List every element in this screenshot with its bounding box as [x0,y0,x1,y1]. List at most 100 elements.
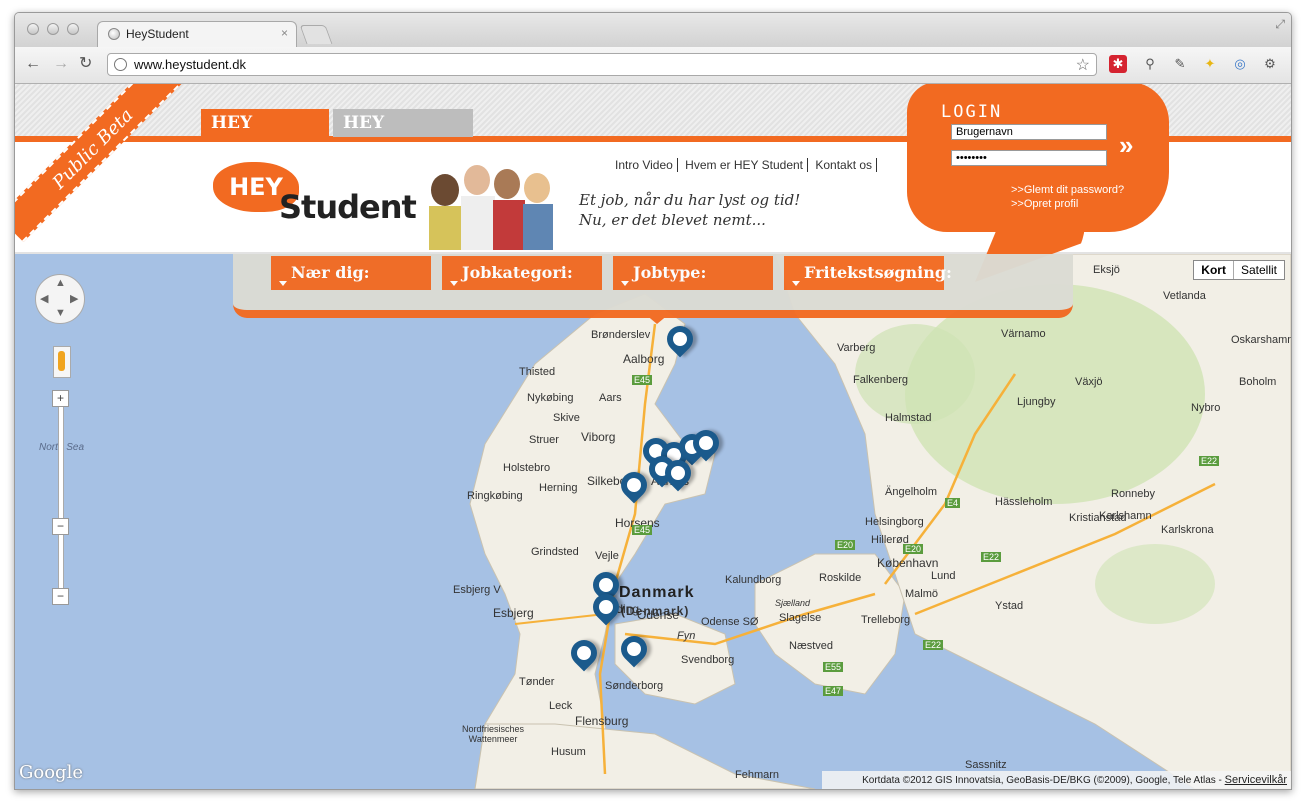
road-shield: E4 [945,498,961,508]
road-shield: E22 [981,552,1002,562]
road-shield: E47 [823,686,844,696]
place-label: Thisted [519,366,556,378]
pan-up-icon[interactable]: ▲ [55,277,66,289]
place-label: Aalborg [623,352,665,366]
filter-bar: Nær dig: Jobkategori: Jobtype: Friteksts… [233,254,1073,324]
forward-button[interactable]: → [53,55,69,73]
map-type-satellit[interactable]: Satellit [1234,261,1284,279]
extension-target-icon[interactable]: ◎ [1231,55,1249,73]
place-label: Fyn [677,630,696,642]
place-label: Næstved [789,640,834,652]
url-text[interactable]: www.heystudent.dk [134,57,246,72]
students-photo [429,165,553,250]
zoom-in-button[interactable]: + [52,390,69,407]
pan-down-icon[interactable]: ▼ [55,307,66,319]
web-page: Public Beta HEY Student HEY Company HEY … [15,84,1291,789]
place-label: Värnamo [1001,328,1046,340]
place-label: Grindsted [531,546,579,558]
password-field[interactable] [951,150,1107,166]
link-hvem-er-hey-student[interactable]: Hvem er HEY Student [681,158,809,172]
back-button[interactable]: ← [25,55,41,73]
globe-icon [108,28,120,40]
place-label: Fehmarn [735,769,780,781]
place-label: Nordfriesisches Wattenmeer [461,724,525,744]
top-links: Intro Video Hvem er HEY Student Kontakt … [611,158,878,172]
place-label: Eksjö [1093,264,1120,276]
google-logo[interactable]: Google [19,762,83,783]
filter-jobtype[interactable]: Jobtype: [613,256,773,290]
zoom-out-button[interactable]: − [52,588,69,605]
road-shield: E20 [903,544,924,554]
filter-fritekstsoegning[interactable]: Fritekstsøgning: [784,256,952,290]
place-label: Malmö [905,588,939,600]
zoom-slider-handle[interactable]: − [52,518,69,535]
place-label: Trelleborg [861,614,911,626]
place-label: Karlskrona [1161,524,1214,536]
place-label: Oskarshamn [1231,334,1291,346]
minimize-window-button[interactable] [47,23,59,35]
reload-button[interactable]: ↻ [79,55,92,73]
browser-tab[interactable]: HeyStudent × [97,21,297,47]
bookmark-star-icon[interactable]: ☆ [1076,55,1090,75]
slogan: Et job, når du har lyst og tid! Nu, er d… [579,190,800,230]
copyright-text: Kortdata ©2012 GIS Innovatsia, GeoBasis-… [862,775,1225,786]
close-tab-icon[interactable]: × [281,26,288,40]
close-window-button[interactable] [27,23,39,35]
pan-control[interactable]: ▲ ▼ ◀ ▶ [35,274,85,324]
place-label: Skive [553,412,580,424]
road-shield: E55 [823,662,844,672]
link-intro-video[interactable]: Intro Video [611,158,678,172]
street-view-pegman-icon[interactable] [53,346,71,378]
address-bar[interactable]: www.heystudent.dk ☆ [107,53,1097,76]
country-sublabel: (Denmark) [621,604,690,618]
fullscreen-icon[interactable]: ⤢ [1275,17,1285,32]
forgot-password-link[interactable]: >>Glemt dit password? [1011,184,1124,196]
map-type-kort[interactable]: Kort [1194,261,1234,279]
map[interactable]: Brønderslev Aalborg Thisted Nykøbing Aar… [15,254,1291,789]
login-title: LOGIN [941,102,1003,122]
place-label: Struer [529,434,559,446]
username-field[interactable] [951,124,1107,140]
extension-asterisk-icon[interactable]: ✱ [1109,55,1127,73]
place-label: Vetlanda [1163,290,1206,302]
settings-wrench-icon[interactable]: ⚙ [1261,55,1279,73]
zoom-slider-track[interactable] [58,406,64,593]
place-label: Leck [549,700,573,712]
place-label: Varberg [837,342,876,354]
place-label: Nykøbing [527,392,574,404]
terms-link[interactable]: Servicevilkår [1225,774,1287,786]
road-shield: E45 [632,375,653,385]
place-label: Kalundborg [725,574,782,586]
extension-wrench-icon[interactable]: ⚲ [1141,55,1159,73]
place-label: Esbjerg V [453,584,501,596]
zoom-window-button[interactable] [67,23,79,35]
tab-hey-company[interactable]: HEY Company [333,109,473,161]
map-copyright: Kortdata ©2012 GIS Innovatsia, GeoBasis-… [822,771,1291,789]
place-label: Halmstad [885,412,932,424]
new-tab-button[interactable] [299,25,333,44]
place-label: Husum [551,746,586,758]
place-label: Viborg [581,430,616,444]
extension-eyedropper-icon[interactable]: ✎ [1171,55,1189,73]
login-submit-button[interactable]: » [1119,130,1133,161]
create-profile-link[interactable]: >>Opret profil [1011,198,1078,210]
pan-right-icon[interactable]: ▶ [70,292,78,305]
pan-left-icon[interactable]: ◀ [40,292,48,305]
logo-student[interactable]: Student [279,188,417,226]
place-label: Sjælland [775,598,811,608]
extension-bird-icon[interactable]: ✦ [1201,55,1219,73]
road-shield: E22 [1199,456,1220,466]
place-label: Ljungby [1017,396,1056,408]
place-label: Aars [599,392,622,404]
slogan-line-2: Nu, er det blevet nemt... [579,211,766,229]
link-kontakt-os[interactable]: Kontakt os [811,158,878,172]
place-label: Sønderborg [605,680,664,692]
filter-naer-dig[interactable]: Nær dig: [271,256,431,290]
road-shield: E20 [835,540,856,550]
map-type-control: Kort Satellit [1193,260,1285,280]
tab-hey-student[interactable]: HEY Student [201,109,329,161]
tab-title: HeyStudent [126,27,189,41]
place-label: Vejle [595,550,619,562]
place-label: Slagelse [779,612,822,624]
filter-jobkategori[interactable]: Jobkategori: [442,256,602,290]
